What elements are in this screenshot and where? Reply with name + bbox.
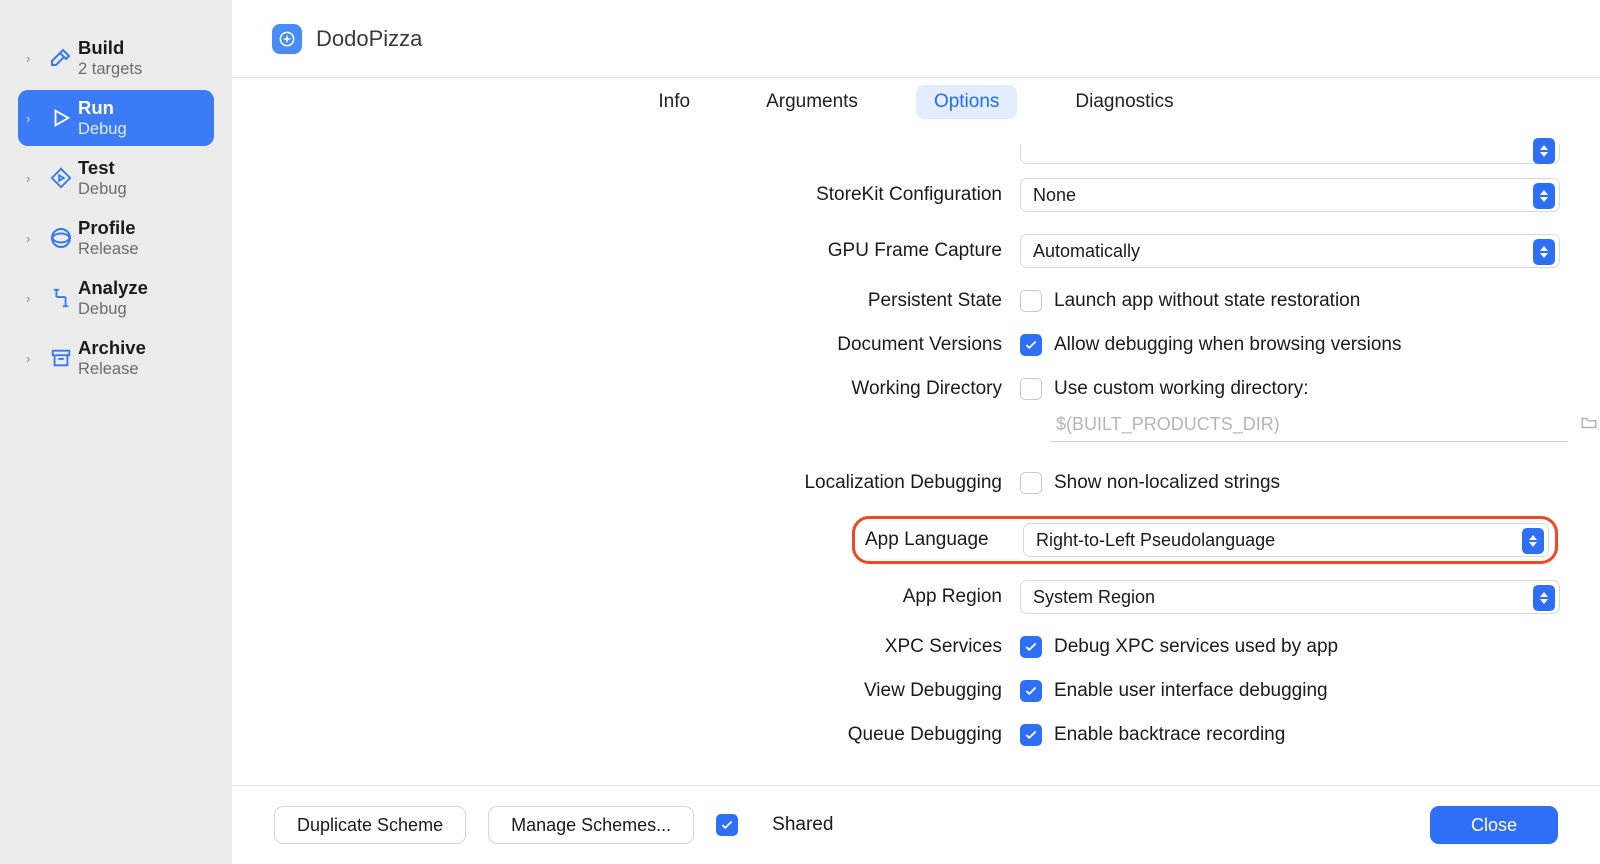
persistent-state-label: Persistent State bbox=[232, 290, 1020, 312]
queuedbg-label: Queue Debugging bbox=[232, 724, 1020, 746]
chevron-right-icon: › bbox=[26, 51, 44, 66]
applang-popup[interactable]: Right-to-Left Pseudolanguage bbox=[1023, 523, 1549, 557]
sidebar-item-label: Run bbox=[78, 97, 127, 118]
sidebar-item-archive[interactable]: › Archive Release bbox=[18, 330, 214, 386]
sidebar-item-label: Test bbox=[78, 157, 127, 178]
shared-label: Shared bbox=[772, 814, 833, 836]
close-button[interactable]: Close bbox=[1430, 806, 1558, 844]
flow-icon bbox=[44, 287, 78, 309]
gpu-value: Automatically bbox=[1033, 241, 1140, 262]
xpc-checkbox[interactable] bbox=[1020, 636, 1042, 658]
xpc-label: XPC Services bbox=[232, 636, 1020, 658]
gpu-label: GPU Frame Capture bbox=[232, 240, 1020, 262]
persistent-state-checkbox[interactable] bbox=[1020, 290, 1042, 312]
viewdbg-text: Enable user interface debugging bbox=[1054, 680, 1328, 702]
manage-schemes-button[interactable]: Manage Schemes... bbox=[488, 806, 694, 844]
chevron-right-icon: › bbox=[26, 171, 44, 186]
app-icon bbox=[272, 24, 302, 54]
stepper-icon bbox=[1533, 585, 1555, 611]
archive-icon bbox=[44, 347, 78, 369]
persistent-state-text: Launch app without state restoration bbox=[1054, 290, 1360, 312]
tab-options[interactable]: Options bbox=[916, 85, 1017, 119]
footer: Duplicate Scheme Manage Schemes... Share… bbox=[232, 786, 1600, 864]
tab-arguments[interactable]: Arguments bbox=[748, 85, 876, 119]
sidebar-item-sub: Debug bbox=[78, 180, 127, 199]
stepper-icon bbox=[1533, 183, 1555, 209]
gauge-icon bbox=[44, 226, 78, 250]
shared-checkbox[interactable] bbox=[716, 814, 738, 836]
appregion-popup[interactable]: System Region bbox=[1020, 580, 1560, 614]
stepper-icon bbox=[1533, 239, 1555, 265]
workdir-checkbox[interactable] bbox=[1020, 378, 1042, 400]
tab-diagnostics[interactable]: Diagnostics bbox=[1057, 85, 1191, 119]
sidebar-item-sub: Debug bbox=[78, 120, 127, 139]
storekit-popup[interactable]: None bbox=[1020, 178, 1560, 212]
locdebug-label: Localization Debugging bbox=[232, 472, 1020, 494]
chevron-right-icon: › bbox=[26, 351, 44, 366]
chevron-right-icon: › bbox=[26, 111, 44, 126]
scheme-sidebar: › Build 2 targets › Run Debug › Test Deb… bbox=[0, 0, 232, 864]
storekit-label: StoreKit Configuration bbox=[232, 184, 1020, 206]
docversions-text: Allow debugging when browsing versions bbox=[1054, 334, 1401, 356]
queuedbg-text: Enable backtrace recording bbox=[1054, 724, 1285, 746]
viewdbg-checkbox[interactable] bbox=[1020, 680, 1042, 702]
stepper-icon bbox=[1522, 528, 1544, 554]
sidebar-item-label: Archive bbox=[78, 337, 146, 358]
chevron-right-icon: › bbox=[26, 231, 44, 246]
sidebar-item-run[interactable]: › Run Debug bbox=[18, 90, 214, 146]
workdir-field: $(BUILT_PRODUCTS_DIR) bbox=[1050, 408, 1568, 442]
gpu-popup[interactable]: Automatically bbox=[1020, 234, 1560, 268]
options-content: StoreKit Configuration None GPU Frame Ca… bbox=[232, 126, 1600, 786]
stepper-icon bbox=[1533, 138, 1555, 164]
duplicate-scheme-button[interactable]: Duplicate Scheme bbox=[274, 806, 466, 844]
locdebug-checkbox[interactable] bbox=[1020, 472, 1042, 494]
viewdbg-label: View Debugging bbox=[232, 680, 1020, 702]
sidebar-item-build[interactable]: › Build 2 targets bbox=[18, 30, 214, 86]
sidebar-item-sub: Debug bbox=[78, 300, 148, 319]
locdebug-text: Show non-localized strings bbox=[1054, 472, 1280, 494]
appregion-label: App Region bbox=[232, 586, 1020, 608]
app-name: DodoPizza bbox=[316, 26, 422, 52]
workdir-text: Use custom working directory: bbox=[1054, 378, 1308, 400]
sidebar-item-analyze[interactable]: › Analyze Debug bbox=[18, 270, 214, 326]
docversions-checkbox[interactable] bbox=[1020, 334, 1042, 356]
app-language-highlight: App Language Right-to-Left Pseudolanguag… bbox=[852, 516, 1558, 564]
sidebar-item-sub: Release bbox=[78, 240, 139, 259]
chevron-right-icon: › bbox=[26, 291, 44, 306]
scheme-header: DodoPizza bbox=[232, 0, 1600, 78]
sidebar-item-label: Build bbox=[78, 37, 142, 58]
workdir-label: Working Directory bbox=[232, 378, 1020, 400]
docversions-label: Document Versions bbox=[232, 334, 1020, 356]
applang-value: Right-to-Left Pseudolanguage bbox=[1036, 530, 1275, 551]
sidebar-item-label: Profile bbox=[78, 217, 139, 238]
diamond-play-icon bbox=[44, 167, 78, 189]
appregion-value: System Region bbox=[1033, 587, 1155, 608]
truncated-popup[interactable] bbox=[1020, 144, 1560, 164]
sidebar-item-sub: Release bbox=[78, 360, 146, 379]
sidebar-item-sub: 2 targets bbox=[78, 60, 142, 79]
play-icon bbox=[44, 107, 78, 129]
storekit-value: None bbox=[1033, 185, 1076, 206]
sidebar-item-test[interactable]: › Test Debug bbox=[18, 150, 214, 206]
main-panel: DodoPizza Info Arguments Options Diagnos… bbox=[232, 0, 1600, 864]
applang-label: App Language bbox=[865, 529, 1013, 551]
tab-bar: Info Arguments Options Diagnostics bbox=[232, 78, 1600, 126]
sidebar-item-label: Analyze bbox=[78, 277, 148, 298]
hammer-icon bbox=[44, 46, 78, 70]
xpc-text: Debug XPC services used by app bbox=[1054, 636, 1338, 658]
queuedbg-checkbox[interactable] bbox=[1020, 724, 1042, 746]
sidebar-item-profile[interactable]: › Profile Release bbox=[18, 210, 214, 266]
tab-info[interactable]: Info bbox=[640, 85, 708, 119]
folder-icon[interactable] bbox=[1578, 414, 1600, 437]
